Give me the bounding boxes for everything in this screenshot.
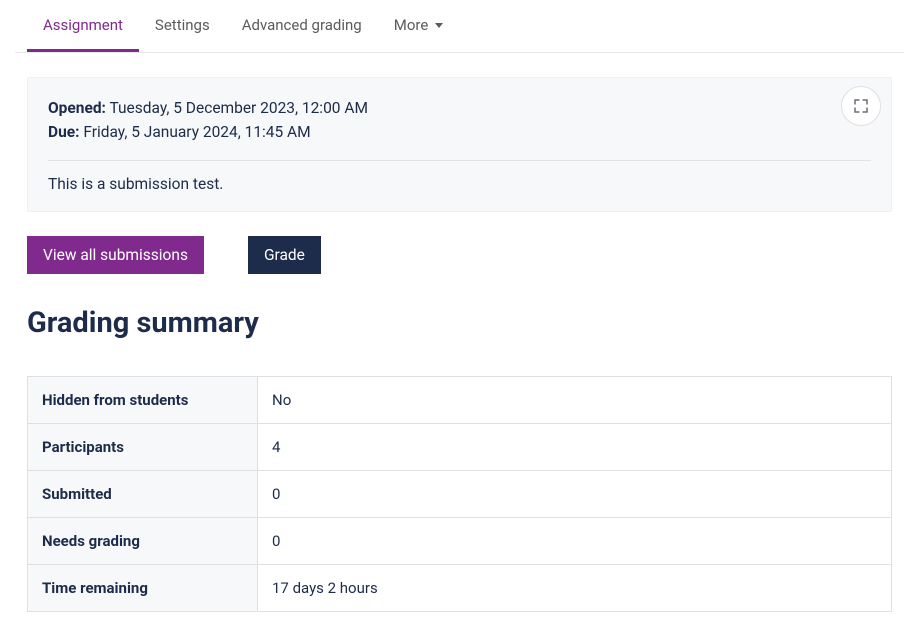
- info-divider: [48, 160, 871, 161]
- row-value: 0: [258, 518, 892, 565]
- due-line: Due: Friday, 5 January 2024, 11:45 AM: [48, 120, 871, 144]
- row-label: Time remaining: [28, 565, 258, 612]
- tab-more[interactable]: More: [378, 0, 460, 52]
- button-label: Grade: [264, 246, 305, 264]
- button-label: View all submissions: [43, 246, 188, 264]
- table-row: Time remaining 17 days 2 hours: [28, 565, 892, 612]
- assignment-description: This is a submission test.: [48, 175, 871, 193]
- row-label: Participants: [28, 424, 258, 471]
- opened-label: Opened:: [48, 99, 106, 117]
- tab-settings[interactable]: Settings: [139, 0, 226, 52]
- opened-line: Opened: Tuesday, 5 December 2023, 12:00 …: [48, 96, 871, 120]
- summary-tbody: Hidden from students No Participants 4 S…: [28, 377, 892, 612]
- row-label: Submitted: [28, 471, 258, 518]
- row-value: 0: [258, 471, 892, 518]
- tab-label: More: [394, 16, 429, 34]
- table-row: Needs grading 0: [28, 518, 892, 565]
- opened-value: Tuesday, 5 December 2023, 12:00 AM: [109, 99, 368, 117]
- expand-button[interactable]: [841, 86, 881, 126]
- table-row: Submitted 0: [28, 471, 892, 518]
- view-all-submissions-button[interactable]: View all submissions: [27, 236, 204, 274]
- tab-assignment[interactable]: Assignment: [27, 0, 139, 52]
- row-value: 17 days 2 hours: [258, 565, 892, 612]
- row-label: Hidden from students: [28, 377, 258, 424]
- tab-label: Assignment: [43, 16, 123, 34]
- grading-summary-heading: Grading summary: [27, 306, 892, 340]
- due-label: Due:: [48, 123, 80, 141]
- table-row: Hidden from students No: [28, 377, 892, 424]
- tab-bar: Assignment Settings Advanced grading Mor…: [15, 0, 904, 53]
- tab-advanced-grading[interactable]: Advanced grading: [226, 0, 378, 52]
- expand-icon: [852, 97, 870, 115]
- row-value: No: [258, 377, 892, 424]
- row-value: 4: [258, 424, 892, 471]
- grading-summary-table: Hidden from students No Participants 4 S…: [27, 376, 892, 612]
- row-label: Needs grading: [28, 518, 258, 565]
- table-row: Participants 4: [28, 424, 892, 471]
- grade-button[interactable]: Grade: [248, 236, 321, 274]
- tab-label: Advanced grading: [242, 16, 362, 34]
- due-value: Friday, 5 January 2024, 11:45 AM: [83, 123, 310, 141]
- tab-label: Settings: [155, 16, 210, 34]
- assignment-info-panel: Opened: Tuesday, 5 December 2023, 12:00 …: [27, 77, 892, 212]
- action-buttons: View all submissions Grade: [27, 236, 892, 274]
- chevron-down-icon: [435, 23, 443, 28]
